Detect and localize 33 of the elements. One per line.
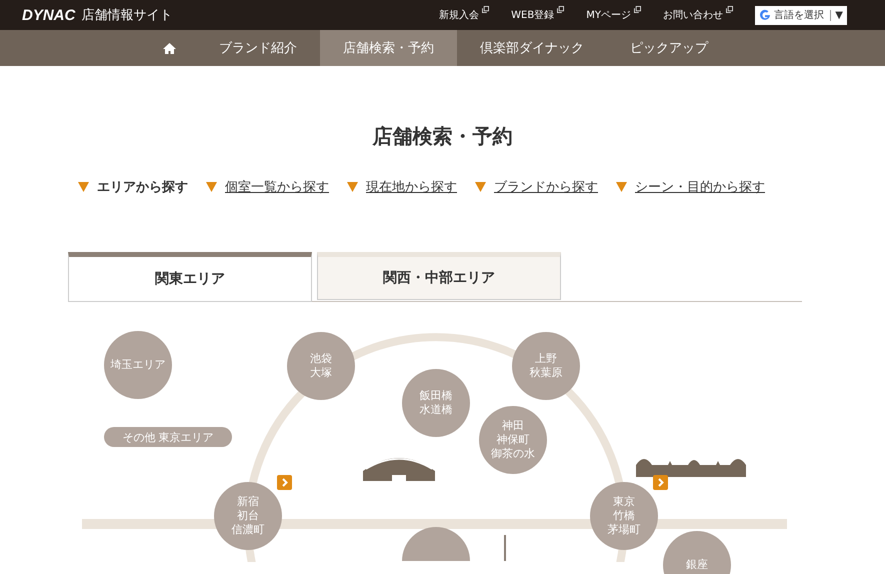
nav-tab[interactable]: 店舗検索・予約: [320, 30, 457, 66]
search-mode-link[interactable]: 個室一覧から探す: [225, 178, 329, 196]
external-link-icon: [634, 6, 641, 13]
area-tab[interactable]: 関東エリア: [68, 252, 312, 302]
logo[interactable]: DYNAC: [22, 6, 76, 24]
nav-tab[interactable]: 倶楽部ダイナック: [457, 30, 607, 66]
home-icon: [163, 42, 176, 54]
chevron-icon[interactable]: [277, 475, 292, 490]
language-select[interactable]: 言語を選択 ▼: [755, 6, 847, 24]
header-link[interactable]: お問い合わせ: [663, 8, 733, 22]
site-title: 店舗情報サイト: [81, 7, 172, 24]
page-title: 店舗検索・予約: [371, 123, 514, 150]
chevron-icon[interactable]: [653, 475, 668, 490]
external-link-icon: [557, 6, 564, 13]
search-mode-link[interactable]: 現在地から探す: [366, 178, 457, 196]
external-link-icon: [726, 6, 733, 13]
stadium-drawing: [363, 458, 435, 481]
header-link[interactable]: 新規入会: [439, 8, 490, 22]
triangle-icon: [616, 182, 627, 192]
g-logo-icon: [759, 9, 771, 21]
header-link[interactable]: MYページ: [586, 8, 641, 22]
external-link-icon: [482, 6, 490, 13]
header-link[interactable]: WEB登録: [511, 8, 564, 22]
nav-tab[interactable]: ピックアップ: [607, 30, 731, 66]
search-mode-link[interactable]: ブランドから探す: [494, 178, 598, 196]
triangle-icon: [475, 182, 486, 192]
triangle-icon: [206, 182, 217, 192]
triangle-icon: [347, 182, 358, 192]
nav-tab[interactable]: ブランド紹介: [196, 30, 320, 66]
area-tab[interactable]: 関西・中部エリア: [317, 252, 561, 300]
search-mode-link[interactable]: シーン・目的から探す: [635, 178, 765, 196]
triangle-icon: [78, 182, 89, 192]
search-mode-link[interactable]: エリアから探す: [97, 178, 188, 196]
